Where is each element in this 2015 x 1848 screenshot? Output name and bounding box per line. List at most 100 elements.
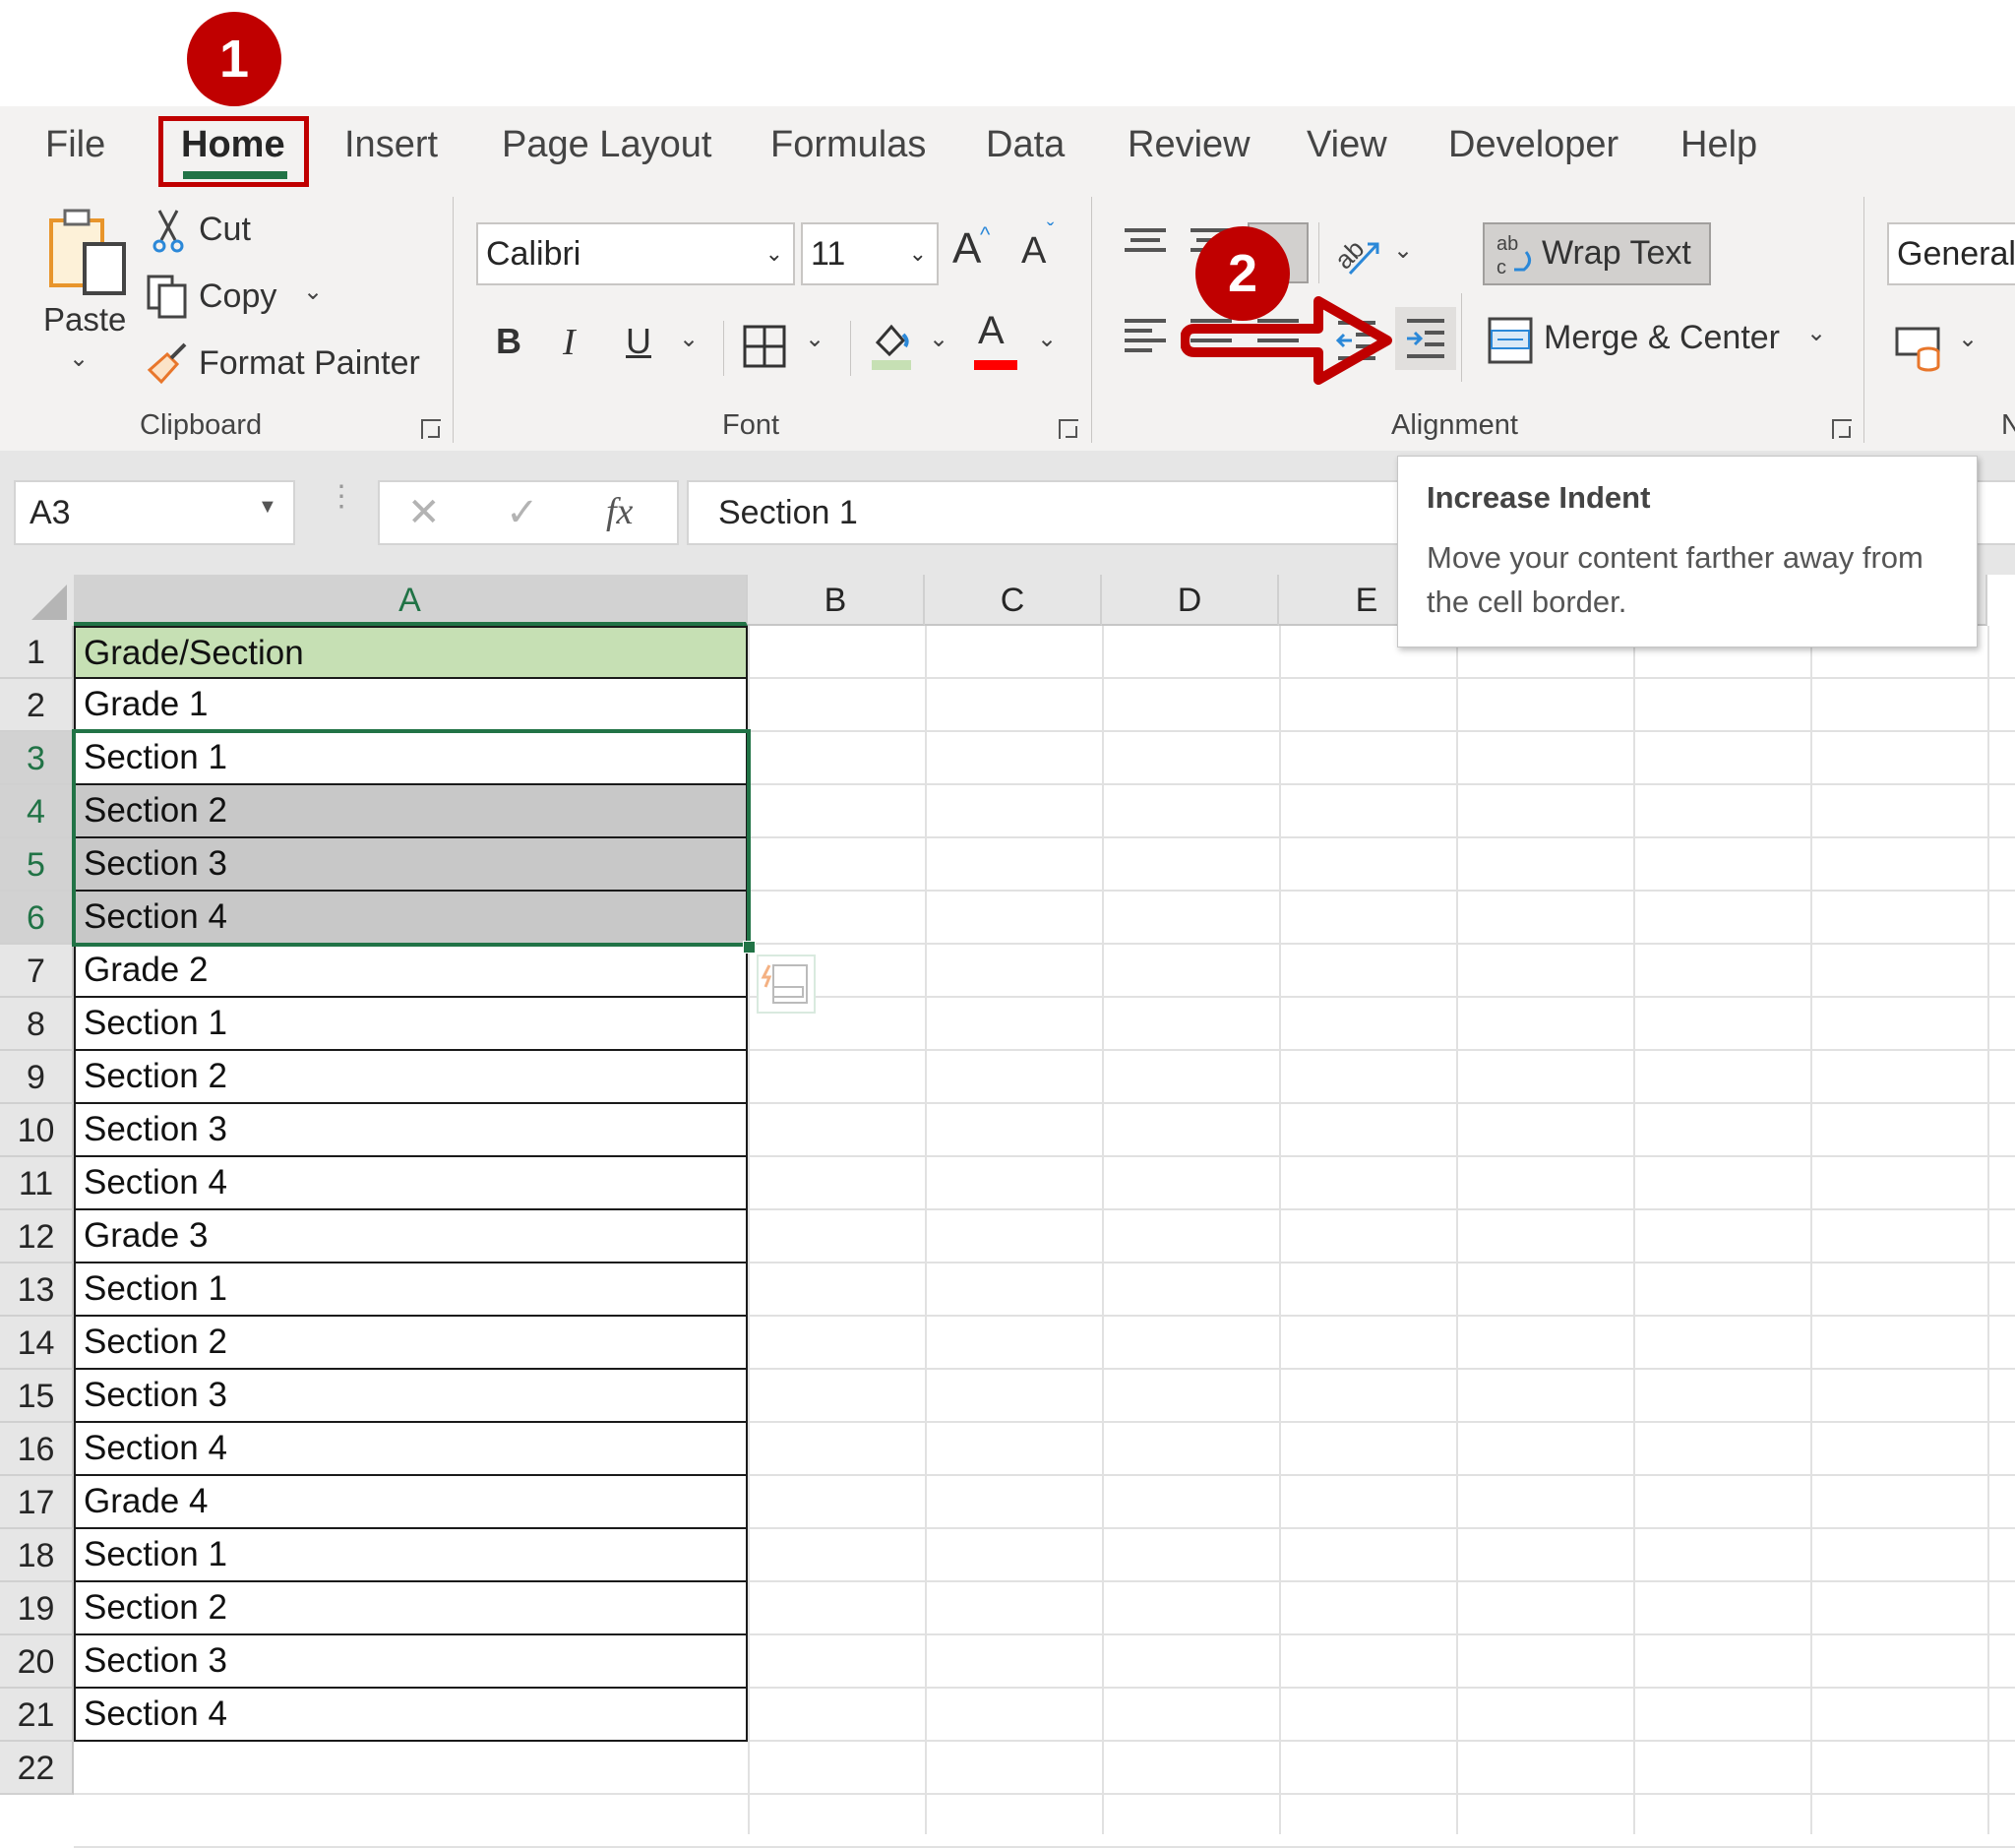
table-cell[interactable]: Section 2	[74, 1317, 748, 1370]
copy-dropdown-icon[interactable]: ⌄	[303, 277, 323, 306]
italic-button[interactable]: I	[563, 321, 576, 364]
row-header[interactable]: 4	[0, 785, 74, 838]
font-size-dropdown[interactable]: 11 ⌄	[801, 222, 939, 285]
row-header[interactable]: 19	[0, 1582, 74, 1635]
column-header-b[interactable]: B	[748, 575, 925, 626]
row-header[interactable]: 16	[0, 1423, 74, 1476]
increase-indent-button[interactable]	[1395, 307, 1456, 370]
table-cell[interactable]: Section 4	[74, 1157, 748, 1210]
row-header[interactable]: 5	[0, 838, 74, 892]
column-header-a[interactable]: A	[74, 575, 748, 626]
row-header[interactable]: 18	[0, 1529, 74, 1582]
table-cell[interactable]: Grade 4	[74, 1476, 748, 1529]
table-cell[interactable]: Section 2	[74, 1051, 748, 1104]
copy-button[interactable]: Copy	[199, 277, 276, 316]
column-header-c[interactable]: C	[925, 575, 1102, 626]
wrap-text-button[interactable]: ab c Wrap Text	[1483, 222, 1711, 285]
formula-bar-resize-handle[interactable]: ⋮	[327, 482, 356, 512]
row-header[interactable]: 22	[0, 1742, 74, 1795]
align-left-icon[interactable]	[1125, 319, 1166, 354]
paste-button[interactable]: Paste ⌄	[43, 207, 132, 372]
font-color-button[interactable]: A	[978, 309, 1005, 353]
row-header[interactable]: 2	[0, 679, 74, 732]
table-cell[interactable]: Section 2	[74, 785, 748, 838]
row-header[interactable]: 12	[0, 1210, 74, 1263]
tab-file[interactable]: File	[45, 124, 105, 166]
table-cell[interactable]: Section 3	[74, 1635, 748, 1689]
row-header[interactable]: 3	[0, 732, 74, 785]
table-cell[interactable]: Section 4	[74, 1423, 748, 1476]
name-box-dropdown-icon[interactable]: ▼	[258, 496, 277, 519]
fill-handle[interactable]	[743, 941, 756, 954]
cancel-icon[interactable]: ✕	[407, 490, 441, 535]
row-header[interactable]: 9	[0, 1051, 74, 1104]
tab-data[interactable]: Data	[986, 124, 1065, 166]
underline-dropdown-icon[interactable]: ⌄	[679, 325, 699, 353]
accounting-format-icon[interactable]	[1895, 325, 1944, 372]
name-box[interactable]: A3 ▼	[14, 480, 295, 545]
table-cell[interactable]: Section 1	[74, 998, 748, 1051]
format-painter-button[interactable]: Format Painter	[199, 344, 420, 383]
table-cell[interactable]: Grade 2	[74, 945, 748, 998]
column-header-d[interactable]: D	[1102, 575, 1279, 626]
bold-button[interactable]: B	[496, 321, 521, 362]
paste-dropdown-icon[interactable]: ⌄	[69, 344, 89, 373]
row-header[interactable]: 8	[0, 998, 74, 1051]
font-color-dropdown-icon[interactable]: ⌄	[1037, 325, 1057, 353]
table-cell[interactable]: Section 3	[74, 1370, 748, 1423]
table-cell[interactable]: Section 3	[74, 838, 748, 892]
chevron-down-icon: ⌄	[908, 241, 927, 266]
fill-color-dropdown-icon[interactable]: ⌄	[929, 325, 948, 353]
table-cell[interactable]: Grade 3	[74, 1210, 748, 1263]
row-header[interactable]: 14	[0, 1317, 74, 1370]
table-cell[interactable]: Section 3	[74, 1104, 748, 1157]
clipboard-dialog-launcher-icon[interactable]	[421, 419, 441, 439]
decrease-font-size-button[interactable]: A	[1021, 230, 1046, 273]
row-header[interactable]: 6	[0, 892, 74, 945]
accounting-format-dropdown-icon[interactable]: ⌄	[1958, 325, 1978, 353]
table-cell[interactable]: Section 1	[74, 1263, 748, 1317]
tab-formulas[interactable]: Formulas	[770, 124, 926, 166]
row-header[interactable]: 15	[0, 1370, 74, 1423]
table-cell[interactable]: Section 1	[74, 732, 748, 785]
row-header[interactable]: 20	[0, 1635, 74, 1689]
insert-function-icon[interactable]: fx	[606, 490, 633, 533]
top-align-icon[interactable]	[1125, 228, 1166, 264]
increase-font-size-button[interactable]: A	[952, 224, 981, 274]
number-format-dropdown[interactable]: General	[1887, 222, 2015, 285]
row-header[interactable]: 7	[0, 945, 74, 998]
cut-button[interactable]: Cut	[199, 211, 251, 249]
select-all-button[interactable]	[0, 575, 74, 626]
fill-color-icon[interactable]	[870, 317, 913, 372]
row-header[interactable]: 13	[0, 1263, 74, 1317]
alignment-dialog-launcher-icon[interactable]	[1832, 419, 1852, 439]
header-cell[interactable]: Grade/Section	[74, 626, 748, 679]
row-header[interactable]: 11	[0, 1157, 74, 1210]
font-dialog-launcher-icon[interactable]	[1059, 419, 1078, 439]
row-header[interactable]: 1	[0, 626, 74, 679]
merge-center-button[interactable]: Merge & Center	[1544, 319, 1780, 357]
tab-view[interactable]: View	[1307, 124, 1387, 166]
tab-review[interactable]: Review	[1128, 124, 1251, 166]
table-cell[interactable]: Section 4	[74, 1689, 748, 1742]
row-header[interactable]: 10	[0, 1104, 74, 1157]
quick-analysis-icon[interactable]	[756, 954, 817, 1015]
row-header[interactable]: 17	[0, 1476, 74, 1529]
table-cell[interactable]: Section 1	[74, 1529, 748, 1582]
tab-help[interactable]: Help	[1680, 124, 1757, 166]
orientation-dropdown-icon[interactable]: ⌄	[1393, 236, 1413, 265]
table-cell[interactable]: Grade 1	[74, 679, 748, 732]
table-cell[interactable]: Section 2	[74, 1582, 748, 1635]
borders-icon[interactable]	[743, 325, 786, 368]
borders-dropdown-icon[interactable]: ⌄	[805, 325, 824, 353]
font-name-dropdown[interactable]: Calibri ⌄	[476, 222, 795, 285]
tab-page-layout[interactable]: Page Layout	[502, 124, 711, 166]
row-header[interactable]: 21	[0, 1689, 74, 1742]
merge-center-dropdown-icon[interactable]: ⌄	[1806, 319, 1826, 347]
table-cell[interactable]: Section 4	[74, 892, 748, 945]
tab-insert[interactable]: Insert	[344, 124, 438, 166]
underline-button[interactable]: U	[626, 321, 651, 362]
orientation-icon[interactable]: ab	[1334, 226, 1383, 281]
enter-icon[interactable]: ✓	[506, 490, 539, 535]
tab-developer[interactable]: Developer	[1448, 124, 1618, 166]
